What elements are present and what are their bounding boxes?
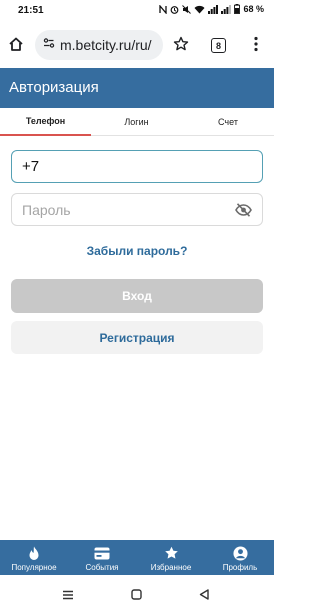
nav-profile-label: Профиль xyxy=(222,563,258,572)
address-bar[interactable]: m.betcity.ru/ru/ xyxy=(35,30,163,60)
browser-toolbar: m.betcity.ru/ru/ 8 xyxy=(0,22,274,68)
nav-popular-label: Популярное xyxy=(11,563,57,572)
tab-phone[interactable]: Телефон xyxy=(0,108,91,136)
battery-level: 68 % xyxy=(243,4,264,14)
signal-icon-2 xyxy=(221,4,232,14)
system-navigation-bar xyxy=(0,575,274,612)
nav-profile[interactable]: Профиль xyxy=(206,540,274,575)
signal-icon xyxy=(208,4,219,14)
app-header: Авторизация xyxy=(0,68,274,108)
home-square-icon[interactable] xyxy=(131,587,142,605)
auth-tabs: Телефон Логин Счет xyxy=(0,108,274,136)
phone-input-value: +7 xyxy=(22,158,40,175)
tab-account[interactable]: Счет xyxy=(182,108,274,136)
card-icon xyxy=(94,545,110,561)
nav-favorites-label: Избранное xyxy=(150,563,192,572)
more-menu-icon[interactable] xyxy=(254,36,258,57)
eye-off-icon[interactable] xyxy=(235,203,252,220)
home-icon[interactable] xyxy=(8,36,24,57)
url-text: m.betcity.ru/ru/ xyxy=(60,37,152,53)
nav-popular[interactable]: Популярное xyxy=(0,540,68,575)
bottom-nav: Популярное События Избранное Профиль xyxy=(0,540,274,575)
page-title: Авторизация xyxy=(9,79,99,96)
password-placeholder: Пароль xyxy=(22,201,71,218)
site-settings-icon[interactable] xyxy=(43,36,55,54)
nav-events[interactable]: События xyxy=(68,540,136,575)
battery-icon xyxy=(234,4,241,14)
back-triangle-icon[interactable] xyxy=(199,587,209,605)
tab-login[interactable]: Логин xyxy=(91,108,182,136)
mute-icon xyxy=(182,4,192,14)
fire-icon xyxy=(28,545,40,561)
recent-apps-icon[interactable] xyxy=(62,587,74,605)
screen: 21:51 68 % m.betcity.ru/ru/ 8 Авторизаци… xyxy=(0,0,274,612)
nfc-icon xyxy=(159,4,168,14)
login-button[interactable]: Вход xyxy=(11,279,263,313)
status-icons: 68 % xyxy=(159,4,264,14)
wifi-icon xyxy=(194,5,205,14)
status-bar: 21:51 68 % xyxy=(0,0,274,22)
forgot-password-link[interactable]: Забыли пароль? xyxy=(0,244,274,258)
tab-switcher-button[interactable]: 8 xyxy=(211,38,226,53)
bookmark-star-icon[interactable] xyxy=(173,36,189,57)
register-button[interactable]: Регистрация xyxy=(11,321,263,354)
phone-input[interactable]: +7 xyxy=(11,150,263,183)
user-icon xyxy=(232,545,248,561)
nav-events-label: События xyxy=(85,563,119,572)
status-time: 21:51 xyxy=(18,5,44,16)
nav-favorites[interactable]: Избранное xyxy=(137,540,205,575)
password-input[interactable]: Пароль xyxy=(11,193,263,226)
star-icon xyxy=(164,545,179,561)
alarm-icon xyxy=(170,5,179,14)
